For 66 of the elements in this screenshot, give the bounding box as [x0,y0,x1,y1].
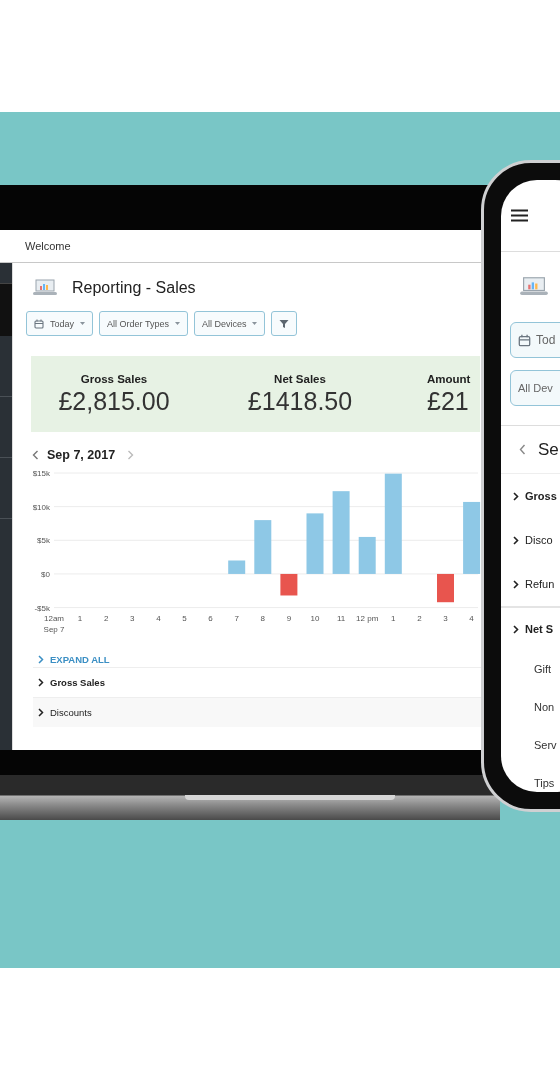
filter-field[interactable]: All Dev [510,370,560,406]
calendar-icon [518,333,531,347]
report-row[interactable]: Tips [501,764,560,792]
report-row[interactable]: Refun [501,562,560,606]
axis-label: $10k [32,502,50,512]
filter-button[interactable]: All Order Types [99,311,188,336]
axis-label: $15k [32,469,50,478]
filter-button[interactable]: All Devices [193,311,266,336]
axis-label: Sep 7 [43,625,65,634]
axis-label: 5 [182,614,187,623]
metric-value: £1418.50 [247,386,353,416]
report-icon [32,279,58,297]
filter-icon [279,318,290,329]
metric-label: Net Sales [274,372,326,385]
chevron-right-icon [38,678,44,687]
report-row[interactable]: Discounts [33,697,484,727]
filter-button[interactable] [271,311,298,336]
axis-label: 9 [286,614,292,623]
axis-label: $5k [37,536,50,546]
axis-label: 1 [77,614,83,623]
report-icon [519,276,549,298]
expand-all-button[interactable]: EXPAND ALL [38,651,110,667]
filter-field[interactable]: Tod [510,322,560,358]
page-title: Reporting - Sales [72,279,196,297]
filter-button[interactable]: Today [26,311,94,336]
chevron-right-icon [513,491,519,501]
axis-label: 3 [443,614,448,623]
chevron-right-icon [38,654,44,664]
axis-label: 4 [469,614,474,623]
axis-label: 7 [234,614,239,623]
date-label: Sep 7, 2017 [47,448,116,462]
axis-label: 1 [391,614,396,623]
axis-label: 12am [44,614,64,623]
axis-label: 4 [156,614,161,623]
section-title: Se [538,439,559,460]
report-row[interactable]: Serv [501,726,560,764]
caret-icon [252,322,258,325]
report-row[interactable]: Disco [501,518,560,562]
chevron-right-icon [513,624,519,634]
chevron-right-icon [513,535,519,545]
report-row[interactable]: Non [501,688,560,726]
axis-label: $0 [41,569,50,579]
caret-icon [80,322,86,325]
axis-label: 2 [103,614,109,623]
axis-label: 3 [130,614,135,623]
axis-label: 6 [208,614,213,623]
metric-label: Amount [427,372,471,385]
caret-icon [174,322,180,325]
metric-value: £21 [427,386,469,416]
calendar-icon [34,318,44,329]
axis-label: -$5k [34,603,50,613]
chevron-left-icon[interactable] [32,450,39,460]
chevron-left-icon[interactable] [519,444,526,455]
axis-label: 10 [310,614,320,623]
menu-icon[interactable] [511,209,528,222]
metric-value: £2,815.00 [58,386,170,416]
axis-label: 12 pm [356,614,379,623]
axis-label: 8 [260,614,266,623]
metric-label: Gross Sales [80,372,148,385]
report-row[interactable]: Gift [501,650,560,688]
axis-label: 11 [336,614,346,623]
axis-label: 2 [417,614,422,623]
chevron-right-icon [513,579,519,589]
header-title: Welcome [25,240,71,252]
report-row[interactable]: Gross [501,474,560,518]
chevron-right-icon [38,708,44,717]
